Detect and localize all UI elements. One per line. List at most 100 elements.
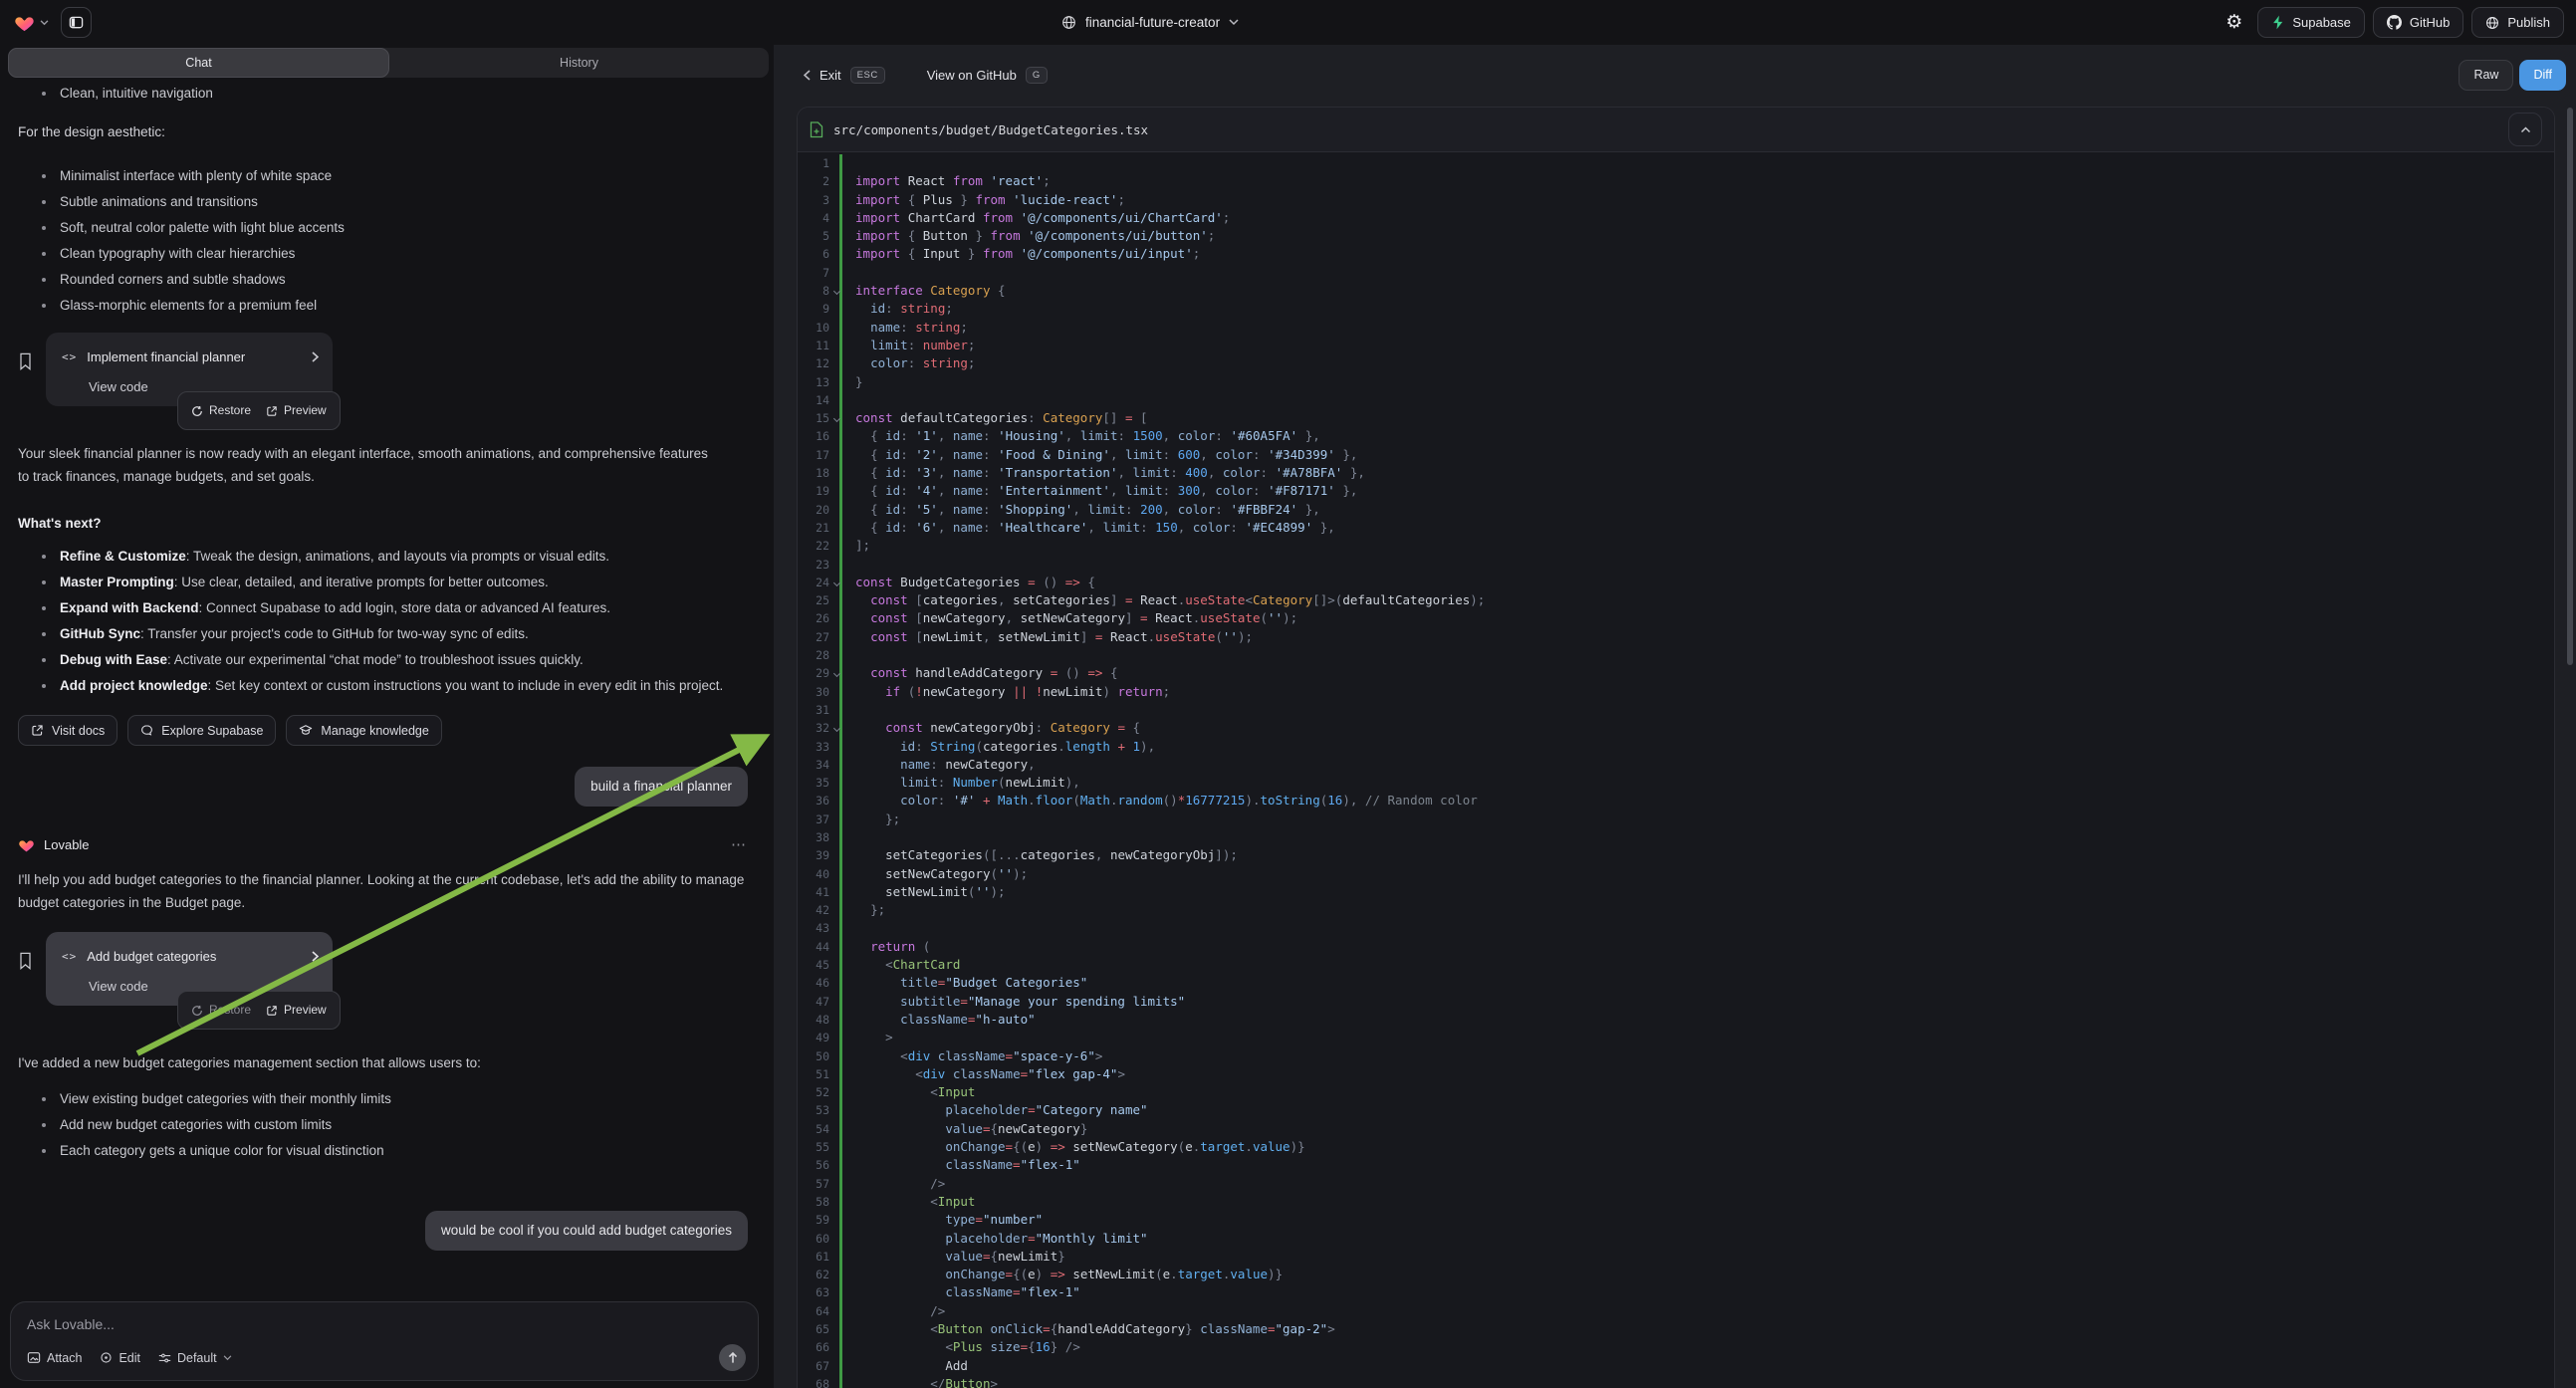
edit-card-row: <> Implement financial planner View code (18, 333, 748, 406)
attach-button[interactable]: Attach (27, 1351, 82, 1365)
code-line: 63 className="flex-1" (798, 1283, 2554, 1301)
code-line: 43 (798, 919, 2554, 937)
restore-preview-pill: Restore Preview (177, 391, 341, 430)
code-line: 45 <ChartCard (798, 956, 2554, 974)
send-button[interactable] (719, 1344, 746, 1371)
sidebar-panel-icon (69, 15, 84, 30)
file-added-icon (810, 121, 823, 138)
view-on-github-button[interactable]: View on GitHub G (927, 67, 1048, 84)
assistant-reply: I'll help you add budget categories to t… (18, 868, 748, 914)
code-line: 35 limit: Number(newLimit), (798, 774, 2554, 792)
supabase-bolt-icon (2271, 15, 2284, 30)
github-button[interactable]: GitHub (2373, 7, 2463, 38)
chat-message-list[interactable]: Clean, intuitive navigation For the desi… (18, 85, 748, 1292)
code-line: 67 Add (798, 1357, 2554, 1375)
list-item: Glass-morphic elements for a premium fee… (18, 297, 735, 315)
graduation-cap-icon (299, 724, 313, 737)
collapse-file-button[interactable] (2508, 113, 2542, 146)
code-line: 4import ChartCard from '@/components/ui/… (798, 209, 2554, 227)
publish-button[interactable]: Publish (2471, 7, 2564, 38)
bookmark-icon[interactable] (18, 352, 33, 406)
list-item: Add new budget categories with custom li… (18, 1116, 735, 1134)
code-line: 3import { Plus } from 'lucide-react'; (798, 191, 2554, 209)
globe-icon (2485, 16, 2499, 30)
manage-knowledge-button[interactable]: Manage knowledge (286, 715, 441, 746)
visit-docs-button[interactable]: Visit docs (18, 715, 117, 746)
code-line: 21 { id: '6', name: 'Healthcare', limit:… (798, 519, 2554, 537)
preview-button[interactable]: Preview (266, 399, 327, 422)
explore-supabase-button[interactable]: Explore Supabase (127, 715, 276, 746)
chat-input[interactable]: Ask Lovable... Attach Edit (10, 1301, 759, 1381)
toggle-sidebar-button[interactable] (61, 7, 92, 38)
code-line: 30 if (!newCategory || !newLimit) return… (798, 683, 2554, 701)
lovable-logo-menu[interactable] (14, 13, 49, 32)
code-line: 20 { id: '5', name: 'Shopping', limit: 2… (798, 501, 2554, 519)
assistant-header: Lovable ⋯ (18, 833, 748, 856)
exit-button[interactable]: Exit ESC (804, 67, 885, 84)
edit-card-implement-financial-planner[interactable]: <> Implement financial planner View code (46, 333, 333, 406)
diff-toggle-button[interactable]: Diff (2519, 60, 2566, 91)
chevron-left-icon (804, 70, 811, 81)
bookmark-icon[interactable] (18, 952, 33, 1006)
code-line: 41 setNewLimit(''); (798, 883, 2554, 901)
restore-button[interactable]: Restore (191, 399, 251, 422)
list-item: Master Prompting: Use clear, detailed, a… (18, 574, 735, 591)
next-steps-list: Refine & Customize: Tweak the design, an… (18, 548, 748, 695)
code-line: 22]; (798, 537, 2554, 555)
github-icon (2387, 15, 2402, 30)
code-lines[interactable]: 12import React from 'react';3import { Pl… (798, 153, 2554, 1388)
code-line: 40 setNewCategory(''); (798, 865, 2554, 883)
feature-bullet-list: View existing budget categories with the… (18, 1090, 748, 1160)
edit-mode-button[interactable]: Edit (100, 1351, 140, 1365)
restore-icon (191, 405, 203, 417)
assistant-name: Lovable (44, 833, 90, 856)
list-item: Clean typography with clear hierarchies (18, 245, 735, 263)
code-line: 64 /> (798, 1302, 2554, 1320)
attach-image-icon (27, 1351, 41, 1364)
code-line: 34 name: newCategory, (798, 756, 2554, 774)
code-line: 60 placeholder="Monthly limit" (798, 1230, 2554, 1248)
whats-next-heading: What's next? (18, 512, 748, 535)
code-line: 27 const [newLimit, setNewLimit] = React… (798, 628, 2554, 646)
code-line: 23 (798, 556, 2554, 574)
assistant-summary: Your sleek financial planner is now read… (18, 442, 715, 488)
external-link-icon (266, 405, 278, 417)
code-scrollbar[interactable] (2567, 108, 2573, 665)
code-line: 29 const handleAddCategory = () => { (798, 664, 2554, 682)
esc-key-badge: ESC (850, 67, 885, 84)
project-menu[interactable]: financial-future-creator (1061, 0, 1239, 45)
tab-history[interactable]: History (389, 48, 769, 78)
edit-card-add-budget-categories[interactable]: <> Add budget categories View code Resto… (46, 932, 333, 1006)
restore-button[interactable]: Restore (191, 999, 251, 1022)
restore-icon (191, 1005, 203, 1017)
code-line: 37 }; (798, 810, 2554, 828)
settings-button[interactable]: ⚙ (2219, 7, 2249, 38)
code-line: 11 limit: number; (798, 337, 2554, 354)
code-line: 25 const [categories, setCategories] = R… (798, 591, 2554, 609)
edit-card-title: Add budget categories (87, 945, 216, 968)
message-menu-button[interactable]: ⋯ (731, 833, 748, 856)
code-line: 19 { id: '4', name: 'Entertainment', lim… (798, 482, 2554, 500)
model-selector[interactable]: Default (158, 1351, 232, 1365)
code-line: 62 onChange={(e) => setNewLimit(e.target… (798, 1266, 2554, 1283)
supabase-button[interactable]: Supabase (2257, 7, 2365, 38)
code-line: 5import { Button } from '@/components/ui… (798, 227, 2554, 245)
code-line: 44 return ( (798, 938, 2554, 956)
code-line: 6import { Input } from '@/components/ui/… (798, 245, 2554, 263)
external-link-icon (266, 1005, 278, 1017)
tab-chat[interactable]: Chat (8, 48, 389, 78)
raw-toggle-button[interactable]: Raw (2459, 60, 2513, 91)
file-header[interactable]: src/components/budget/BudgetCategories.t… (798, 108, 2554, 152)
g-key-badge: G (1026, 67, 1048, 84)
list-item: Soft, neutral color palette with light b… (18, 219, 735, 237)
code-line: 49 > (798, 1029, 2554, 1046)
code-line: 42 }; (798, 901, 2554, 919)
list-item: Clean, intuitive navigation (18, 85, 735, 103)
preview-button[interactable]: Preview (266, 999, 327, 1022)
code-line: 16 { id: '1', name: 'Housing', limit: 15… (798, 427, 2554, 445)
code-line: 32 const newCategoryObj: Category = { (798, 719, 2554, 737)
code-line: 26 const [newCategory, setNewCategory] =… (798, 609, 2554, 627)
code-icon: <> (62, 945, 77, 968)
list-item: View existing budget categories with the… (18, 1090, 735, 1108)
chat-tab-bar: Chat History (8, 48, 769, 78)
